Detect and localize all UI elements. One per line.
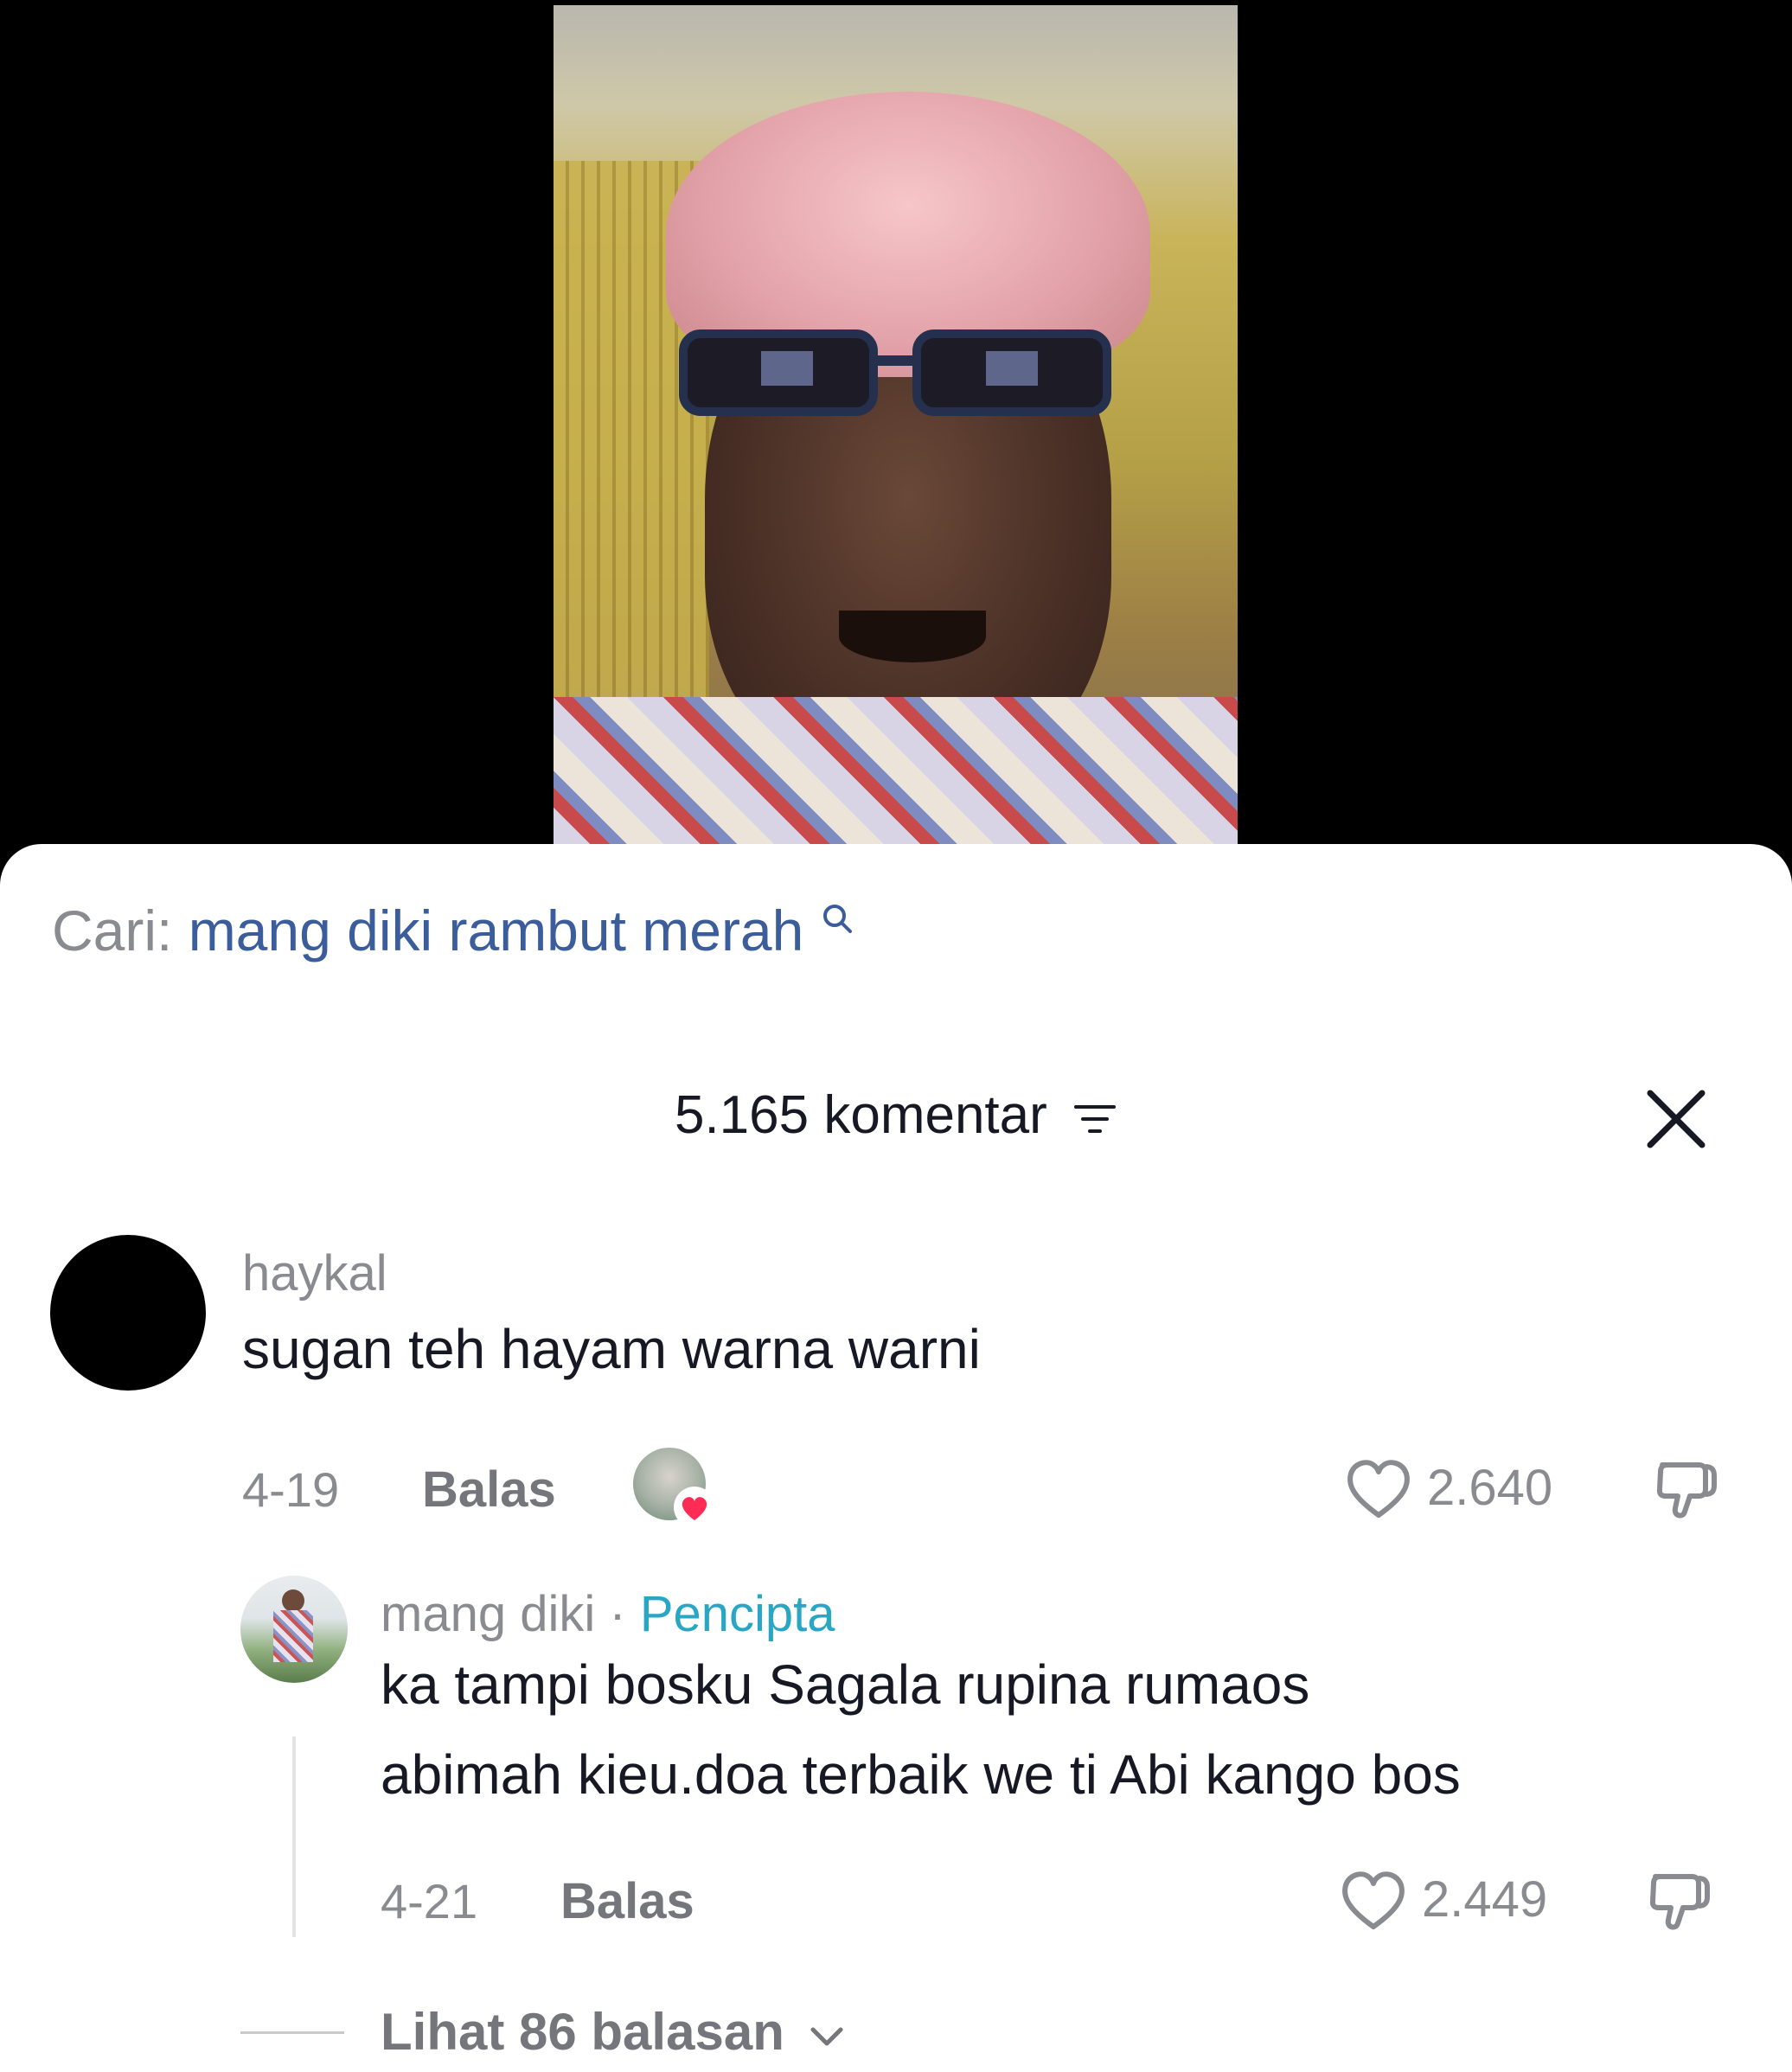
close-icon[interactable] [1643, 1086, 1709, 1152]
video-mouth [839, 611, 986, 662]
like-count: 2.640 [1427, 1459, 1553, 1516]
comment-date: 4-19 [242, 1462, 340, 1517]
filter-icon[interactable] [1072, 1102, 1117, 1136]
chevron-down-icon [810, 2027, 843, 2046]
creator-badge: Pencipta [639, 1586, 835, 1642]
liked-by-creator-badge [633, 1448, 716, 1531]
thread-line [292, 1736, 296, 1937]
comments-header: 5.165 komentar [0, 1081, 1792, 1150]
reply-like-button[interactable]: 2.449 [1337, 1864, 1547, 1934]
dislike-icon[interactable] [1650, 1449, 1723, 1522]
reply-username[interactable]: mang diki [381, 1586, 595, 1642]
view-more-replies-label: Lihat 86 balasan [381, 2003, 784, 2061]
reply-text-line-2: abimah kieu.doa terbaik we ti Abi kango … [381, 1743, 1461, 1806]
heart-outline-icon [1347, 1460, 1410, 1518]
video-glasses [679, 329, 1111, 416]
heart-icon [674, 1487, 715, 1528]
video-shirt [554, 697, 1238, 844]
reply-text-line-1: ka tampi bosku Sagala rupina rumaos [381, 1653, 1310, 1716]
reply-reply-button[interactable]: Balas [560, 1871, 694, 1932]
like-button[interactable]: 2.640 [1342, 1453, 1552, 1522]
reply-dislike-icon[interactable] [1643, 1861, 1716, 1934]
view-more-replies-button[interactable]: Lihat 86 balasan [381, 1999, 846, 2065]
comment-count-title: 5.165 komentar [674, 1085, 1047, 1145]
comment-username[interactable]: haykal [242, 1244, 387, 1304]
comments-sheet: Cari: mang diki rambut merah 5.165 komen… [0, 844, 1792, 2072]
video-preview[interactable] [554, 5, 1238, 844]
reply-date: 4-21 [381, 1874, 478, 1928]
reply-like-count: 2.449 [1422, 1871, 1548, 1928]
reply-username-line: mang diki · Pencipta [381, 1584, 835, 1645]
creator-avatar[interactable] [240, 1576, 348, 1683]
search-suggestion[interactable]: Cari: mang diki rambut merah [52, 896, 854, 965]
more-replies-divider [240, 2031, 344, 2034]
comment-text: sugan teh hayam warna warni [242, 1318, 981, 1380]
heart-outline-icon [1342, 1871, 1405, 1929]
reply-button[interactable]: Balas [422, 1460, 556, 1520]
search-term[interactable]: mang diki rambut merah [189, 899, 804, 962]
avatar[interactable] [50, 1235, 206, 1391]
search-prefix: Cari: [52, 899, 173, 962]
separator-dot: · [609, 1586, 626, 1642]
search-icon [822, 905, 852, 933]
